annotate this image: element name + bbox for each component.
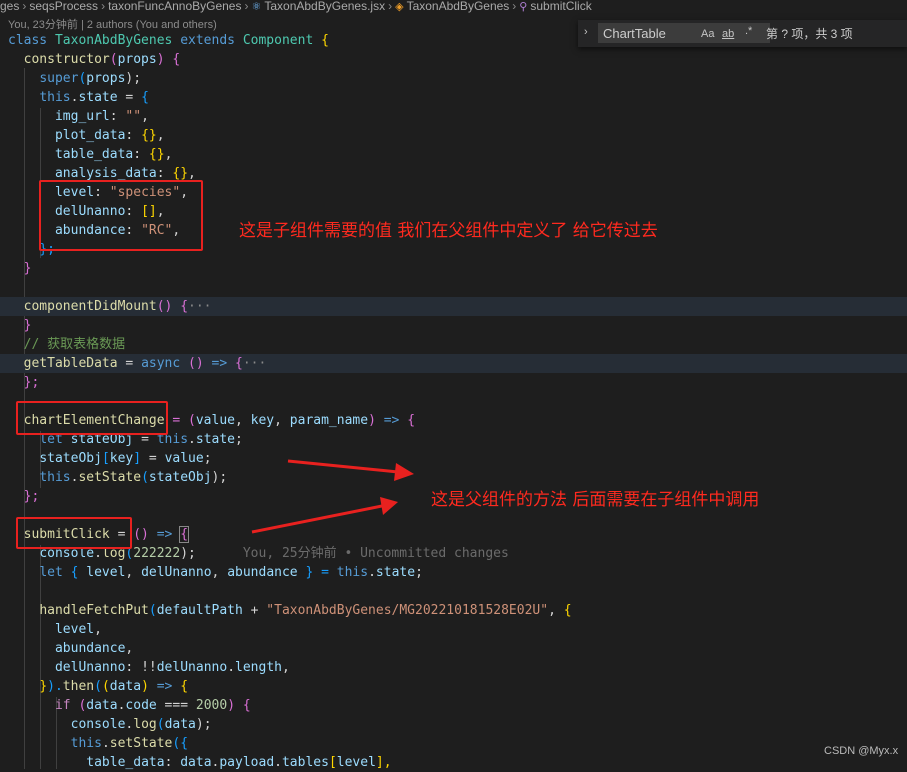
annotation-arrows [251,459,414,534]
arrow-right-icon [251,497,398,534]
watermark: CSDN @Myx.x [824,745,899,757]
arrow-right-icon [287,459,414,481]
